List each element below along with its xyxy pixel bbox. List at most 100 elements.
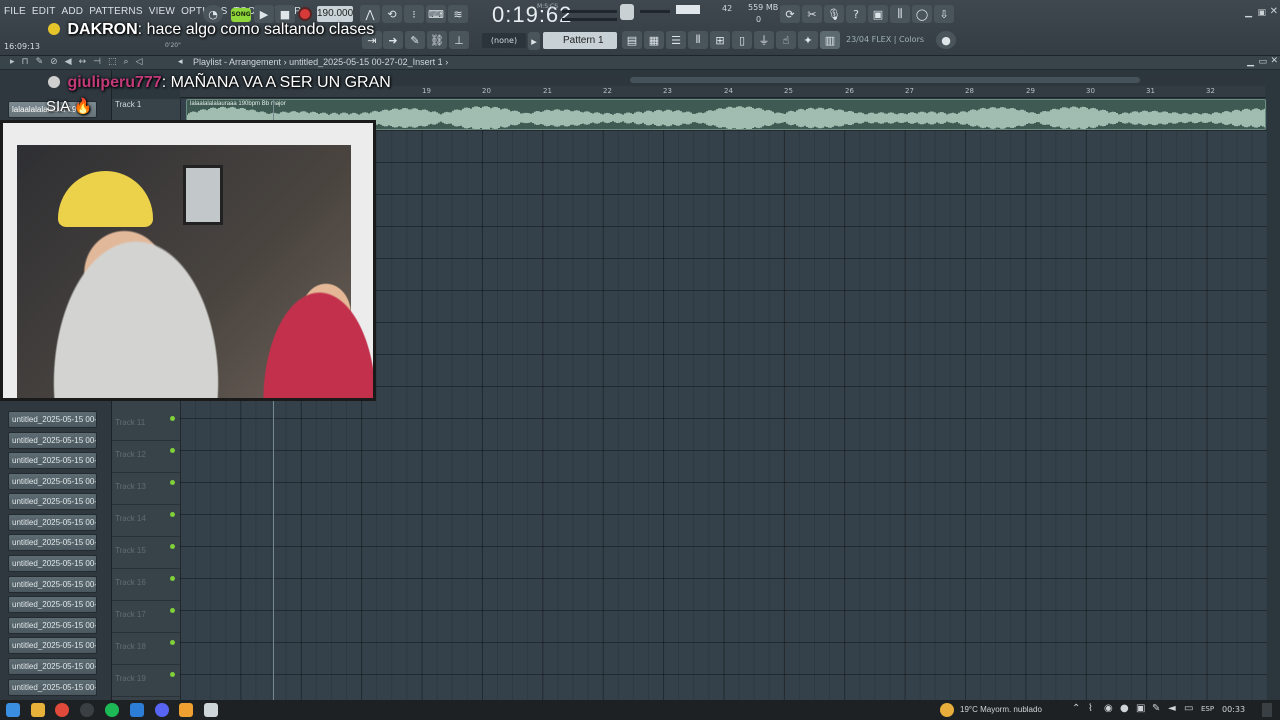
slice-tool-icon[interactable]: ⊣ bbox=[93, 57, 101, 67]
pattern-selector[interactable]: Pattern 1 bbox=[543, 32, 617, 49]
notepad-icon[interactable] bbox=[204, 703, 218, 717]
weather-text[interactable]: 19°C Mayorm. nublado bbox=[960, 705, 1042, 714]
menu-file[interactable]: FILE bbox=[4, 6, 26, 17]
playlist-icon[interactable]: ▤ bbox=[622, 31, 642, 49]
plug-icon[interactable]: ⏚ bbox=[754, 31, 774, 49]
track-active-led[interactable] bbox=[170, 576, 175, 581]
cart-icon[interactable]: ▥ bbox=[820, 31, 840, 49]
track-header-11[interactable]: Track 11 bbox=[112, 409, 180, 441]
piano-roll-icon[interactable]: ▦ bbox=[644, 31, 664, 49]
loop-icon[interactable]: ⟲ bbox=[382, 5, 402, 23]
pencil-icon[interactable]: ✎ bbox=[405, 31, 425, 49]
browser-item[interactable]: untitled_2025-05-15 00-... bbox=[8, 514, 97, 531]
tray-chevron-icon[interactable]: ⌃ bbox=[1072, 703, 1080, 714]
browser-icon[interactable]: ▯ bbox=[732, 31, 752, 49]
typing-keyboard-icon[interactable]: ⌨ bbox=[426, 5, 446, 23]
menu-add[interactable]: ADD bbox=[62, 6, 84, 17]
snap-select[interactable]: (none) bbox=[482, 33, 526, 48]
touch-icon[interactable]: ☝ bbox=[776, 31, 796, 49]
browser-item[interactable]: untitled_2025-05-15 00-... bbox=[8, 493, 97, 510]
play-small-icon[interactable]: ▸ bbox=[10, 57, 15, 67]
track-header-12[interactable]: Track 12 bbox=[112, 441, 180, 473]
arrow-left-icon[interactable]: ◂ bbox=[178, 57, 183, 67]
download-icon[interactable]: ⇩ bbox=[934, 5, 954, 23]
chrome-icon[interactable] bbox=[55, 703, 69, 717]
menu-edit[interactable]: EDIT bbox=[32, 6, 56, 17]
browser-item[interactable]: untitled_2025-05-15 00-... bbox=[8, 432, 97, 449]
display-icon[interactable]: ▣ bbox=[1136, 703, 1145, 714]
playlist-maximize-button[interactable]: ▭ bbox=[1258, 57, 1267, 67]
close-button[interactable]: ✕ bbox=[1270, 6, 1278, 17]
track-active-led[interactable] bbox=[170, 416, 175, 421]
browser-item[interactable]: untitled_2025-05-15 00-... bbox=[8, 411, 97, 428]
slip-tool-icon[interactable]: ↔ bbox=[79, 57, 87, 67]
chat-icon[interactable]: ◯ bbox=[912, 5, 932, 23]
draw-tool-icon[interactable]: ✎ bbox=[36, 57, 44, 67]
song-mode-toggle[interactable]: SONG bbox=[231, 8, 251, 22]
browser-item[interactable]: untitled_2025-05-15 00-... bbox=[8, 658, 97, 675]
track-header-15[interactable]: Track 15 bbox=[112, 537, 180, 569]
scrollbar-thumb[interactable] bbox=[630, 77, 1140, 83]
pattern-prev-icon[interactable]: ▸ bbox=[528, 32, 540, 50]
mixer-window-icon[interactable]: ⫴ bbox=[688, 31, 708, 49]
file-explorer-icon[interactable] bbox=[31, 703, 45, 717]
track-active-led[interactable] bbox=[170, 448, 175, 453]
speaker-icon[interactable]: ◄ bbox=[1168, 703, 1176, 714]
master-volume-slider[interactable] bbox=[562, 10, 617, 13]
track-header-13[interactable]: Track 13 bbox=[112, 473, 180, 505]
menu-view[interactable]: VIEW bbox=[149, 6, 175, 17]
browser-item[interactable]: untitled_2025-05-15 00-... bbox=[8, 452, 97, 469]
track-active-led[interactable] bbox=[170, 480, 175, 485]
track-header-18[interactable]: Track 18 bbox=[112, 633, 180, 665]
save-icon[interactable]: ▣ bbox=[868, 5, 888, 23]
tray-clock[interactable]: 00:33 bbox=[1222, 705, 1245, 714]
track-active-led[interactable] bbox=[170, 672, 175, 677]
cut-icon[interactable]: ✂ bbox=[802, 5, 822, 23]
track-active-led[interactable] bbox=[170, 512, 175, 517]
browser-item[interactable]: untitled_2025-05-15 00-... bbox=[8, 534, 97, 551]
start-icon[interactable] bbox=[6, 703, 20, 717]
fl-studio-icon[interactable] bbox=[179, 703, 193, 717]
delete-tool-icon[interactable]: ⊘ bbox=[50, 57, 58, 67]
master-pitch-slider[interactable] bbox=[562, 18, 617, 21]
zoom-tool-icon[interactable]: ⌕ bbox=[123, 57, 128, 67]
playlist-minimize-button[interactable]: ▁ bbox=[1247, 57, 1254, 67]
record-button[interactable] bbox=[298, 7, 312, 21]
maximize-button[interactable]: ▣ bbox=[1257, 8, 1266, 18]
obs-icon[interactable] bbox=[80, 703, 94, 717]
mic-tray-icon[interactable]: ● bbox=[1120, 703, 1129, 714]
wrench-icon[interactable]: ✦ bbox=[798, 31, 818, 49]
stamp-icon[interactable]: ⊥ bbox=[449, 31, 469, 49]
microphone-icon[interactable]: 🎙 bbox=[824, 5, 844, 23]
undo-history-icon[interactable]: ⟳ bbox=[780, 5, 800, 23]
link-icon[interactable]: ⛓ bbox=[427, 31, 447, 49]
monitor-icon[interactable]: ▭ bbox=[1184, 703, 1193, 714]
menu-patterns[interactable]: PATTERNS bbox=[89, 6, 142, 17]
discord-icon[interactable] bbox=[155, 703, 169, 717]
browser-item[interactable]: untitled_2025-05-15 00-... bbox=[8, 679, 97, 696]
master-level-knob[interactable] bbox=[620, 4, 634, 20]
track-header-19[interactable]: Track 19 bbox=[112, 665, 180, 697]
weather-icon[interactable] bbox=[940, 703, 954, 717]
track-active-led[interactable] bbox=[170, 544, 175, 549]
notification-icon[interactable] bbox=[1262, 703, 1272, 717]
app-icon[interactable] bbox=[130, 703, 144, 717]
browser-item[interactable]: untitled_2025-05-15 00-... bbox=[8, 555, 97, 572]
playlist-close-button[interactable]: ✕ bbox=[1270, 56, 1278, 66]
sphere-icon[interactable]: ● bbox=[936, 31, 956, 49]
help-icon[interactable]: ? bbox=[846, 5, 866, 23]
tempo-display[interactable]: 190.000 bbox=[317, 6, 353, 22]
track-header-14[interactable]: Track 14 bbox=[112, 505, 180, 537]
select-tool-icon[interactable]: ⬚ bbox=[108, 57, 117, 67]
channel-rack-icon[interactable]: ☰ bbox=[666, 31, 686, 49]
browser-item[interactable]: untitled_2025-05-15 00-... bbox=[8, 596, 97, 613]
playback-tool-icon[interactable]: ◁ bbox=[136, 57, 143, 67]
track-header-17[interactable]: Track 17 bbox=[112, 601, 180, 633]
mixer-icon[interactable]: ⫼ bbox=[890, 5, 910, 23]
language-indicator[interactable]: ESP bbox=[1201, 705, 1214, 713]
magnet-icon[interactable]: ⊓ bbox=[22, 57, 29, 67]
plugin-picker-icon[interactable]: ⊞ bbox=[710, 31, 730, 49]
browser-item[interactable]: untitled_2025-05-15 00-... bbox=[8, 473, 97, 490]
track-active-led[interactable] bbox=[170, 640, 175, 645]
mute-tool-icon[interactable]: ◀ bbox=[65, 57, 72, 67]
